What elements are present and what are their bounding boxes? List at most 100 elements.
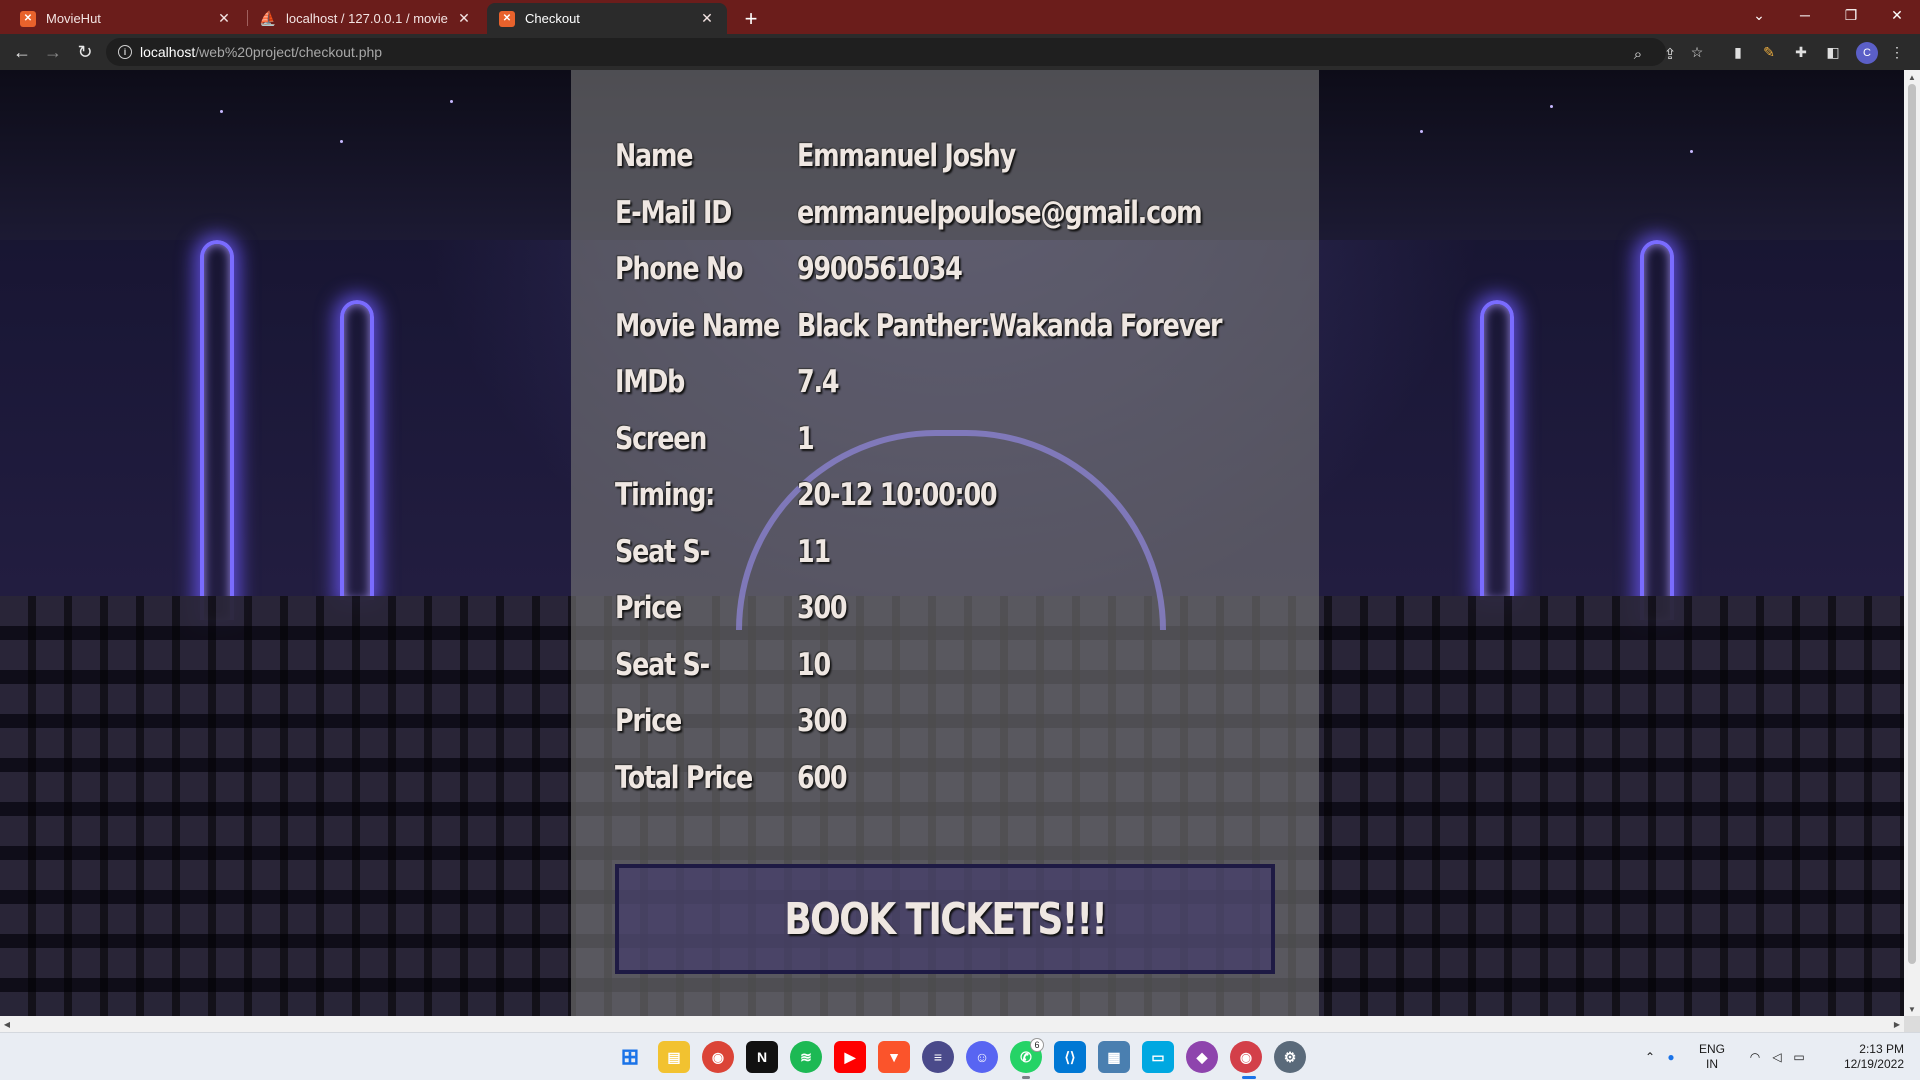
tray-chevron-icon[interactable]: ⌃ bbox=[1640, 1050, 1660, 1064]
scroll-up-arrow-icon[interactable]: ▲ bbox=[1904, 70, 1920, 84]
detail-row-screen: Screen 1 bbox=[615, 411, 1315, 468]
app-icon[interactable]: ◆ bbox=[1186, 1041, 1218, 1073]
tab-strip: ✕ MovieHut ✕ ⛵ localhost / 127.0.0.1 / m… bbox=[0, 0, 1920, 34]
detail-row-phone: Phone No 9900561034 bbox=[615, 241, 1315, 298]
detail-value: Emmanuel Joshy bbox=[797, 138, 1016, 175]
neon-pillar bbox=[200, 240, 234, 620]
wifi-icon[interactable]: ◠ bbox=[1744, 1050, 1766, 1064]
side-panel-icon[interactable]: ◧ bbox=[1822, 42, 1844, 62]
detail-value: 600 bbox=[797, 759, 848, 796]
detail-value: 10 bbox=[797, 646, 831, 683]
tab-label: MovieHut bbox=[46, 11, 101, 26]
ceiling-star bbox=[340, 140, 343, 143]
settings-icon[interactable]: ⚙ bbox=[1274, 1041, 1306, 1073]
book-tickets-button[interactable]: BOOK TICKETS!!! bbox=[615, 864, 1275, 974]
reload-button[interactable]: ↻ bbox=[71, 38, 99, 66]
ceiling-star bbox=[450, 100, 453, 103]
extension-icon[interactable]: ▮ bbox=[1727, 42, 1749, 62]
battery-icon[interactable]: ▭ bbox=[1788, 1050, 1810, 1064]
detail-value: 300 bbox=[797, 590, 848, 627]
tab-label: Checkout bbox=[525, 11, 580, 26]
profile-avatar[interactable]: C bbox=[1856, 42, 1878, 64]
detail-label: Screen bbox=[615, 420, 707, 457]
brave-icon[interactable]: ▼ bbox=[878, 1041, 910, 1073]
spotify-icon[interactable]: ≋ bbox=[790, 1041, 822, 1073]
running-indicator bbox=[1022, 1076, 1030, 1079]
ceiling-star bbox=[1690, 150, 1693, 153]
tab-label: localhost / 127.0.0.1 / moviehut / bbox=[286, 11, 448, 26]
detail-row-seat: Seat S- 10 bbox=[615, 637, 1315, 694]
detail-value: 20-12 10:00:00 bbox=[797, 477, 998, 514]
ceiling-star bbox=[1420, 130, 1423, 133]
detail-label: Seat S- bbox=[615, 533, 710, 570]
active-indicator bbox=[1242, 1076, 1256, 1079]
detail-value: emmanuelpoulose@gmail.com bbox=[797, 194, 1203, 231]
share-icon[interactable]: ⇪ bbox=[1658, 42, 1682, 66]
close-icon[interactable]: ✕ bbox=[699, 10, 715, 27]
detail-label: Movie Name bbox=[615, 307, 780, 344]
tab-search-icon[interactable]: ⌄ bbox=[1736, 0, 1782, 30]
horizontal-scrollbar[interactable]: ◀ ▶ bbox=[0, 1016, 1904, 1032]
discord-icon[interactable]: ☺ bbox=[966, 1041, 998, 1073]
tray-app-icon[interactable]: ● bbox=[1660, 1050, 1682, 1064]
page-viewport: Name Emmanuel Joshy E-Mail ID emmanuelpo… bbox=[0, 70, 1904, 1016]
clock[interactable]: 2:13 PM 12/19/2022 bbox=[1824, 1042, 1904, 1072]
tab-phpmyadmin[interactable]: ⛵ localhost / 127.0.0.1 / moviehut / ✕ bbox=[248, 3, 484, 34]
scroll-down-arrow-icon[interactable]: ▼ bbox=[1904, 1002, 1920, 1016]
detail-row-imdb: IMDb 7.4 bbox=[615, 354, 1315, 411]
vscode-icon[interactable]: ⟨⟩ bbox=[1054, 1041, 1086, 1073]
file-explorer-icon[interactable]: ▤ bbox=[658, 1041, 690, 1073]
new-tab-button[interactable]: + bbox=[737, 5, 765, 33]
close-icon[interactable]: ✕ bbox=[216, 10, 232, 27]
back-button[interactable]: ← bbox=[8, 38, 36, 66]
tab-moviehut[interactable]: ✕ MovieHut ✕ bbox=[8, 3, 244, 34]
language-indicator[interactable]: ENG IN bbox=[1688, 1042, 1736, 1072]
extensions-puzzle-icon[interactable]: ✚ bbox=[1790, 42, 1812, 62]
windows-start-icon[interactable]: ⊞ bbox=[614, 1041, 646, 1073]
booking-details: Name Emmanuel Joshy E-Mail ID emmanuelpo… bbox=[615, 128, 1315, 806]
detail-row-movie: Movie Name Black Panther:Wakanda Forever bbox=[615, 298, 1315, 355]
vertical-scrollbar[interactable]: ▲ ▼ bbox=[1904, 70, 1920, 1016]
detail-row-total: Total Price 600 bbox=[615, 750, 1315, 807]
detail-row-name: Name Emmanuel Joshy bbox=[615, 128, 1315, 185]
scroll-right-arrow-icon[interactable]: ▶ bbox=[1890, 1016, 1904, 1032]
window-close-button[interactable]: ✕ bbox=[1874, 0, 1920, 30]
restore-button[interactable]: ❐ bbox=[1828, 0, 1874, 30]
whatsapp-badge: 6 bbox=[1030, 1038, 1044, 1052]
detail-row-price: Price 300 bbox=[615, 580, 1315, 637]
detail-row-price: Price 300 bbox=[615, 693, 1315, 750]
close-icon[interactable]: ✕ bbox=[456, 10, 472, 27]
detail-value: 300 bbox=[797, 703, 848, 740]
notion-icon[interactable]: N bbox=[746, 1041, 778, 1073]
chrome-profile-icon[interactable]: ◉ bbox=[1230, 1041, 1262, 1073]
address-bar[interactable]: i localhost/web%20project/checkout.php ⌕… bbox=[106, 38, 1676, 66]
pen-extension-icon[interactable]: ✎ bbox=[1758, 42, 1780, 62]
zoom-icon[interactable]: ⌕ bbox=[1626, 42, 1650, 66]
detail-value: 11 bbox=[797, 533, 831, 570]
minimize-button[interactable]: ─ bbox=[1782, 0, 1828, 30]
notification-icon[interactable]: ▢ bbox=[1914, 1050, 1920, 1064]
youtube-icon[interactable]: ▶ bbox=[834, 1041, 866, 1073]
url-path: /web%20project/checkout.php bbox=[195, 44, 383, 60]
app-icon[interactable]: ▦ bbox=[1098, 1041, 1130, 1073]
lang-bottom: IN bbox=[1706, 1057, 1718, 1071]
prime-video-icon[interactable]: ▭ bbox=[1142, 1041, 1174, 1073]
scroll-thumb[interactable] bbox=[1908, 84, 1916, 964]
menu-kebab-icon[interactable]: ⋮ bbox=[1886, 42, 1908, 62]
browser-toolbar: ← → ↻ i localhost/web%20project/checkout… bbox=[0, 34, 1920, 70]
system-tray: ⌃ ● ENG IN ◠ ◁ ▭ 2:13 PM 12/19/2022 ▢ bbox=[1640, 1033, 1920, 1080]
detail-row-timing: Timing: 20-12 10:00:00 bbox=[615, 467, 1315, 524]
detail-label: Seat S- bbox=[615, 646, 710, 683]
site-info-icon[interactable]: i bbox=[118, 45, 132, 59]
detail-label: Phone No bbox=[615, 251, 744, 288]
scroll-left-arrow-icon[interactable]: ◀ bbox=[0, 1016, 14, 1032]
xampp-icon: ✕ bbox=[20, 10, 36, 27]
tab-checkout[interactable]: ✕ Checkout ✕ bbox=[487, 3, 727, 34]
windows-taskbar: ⊞ ▤ ◉ N ≋ ▶ ▼ ≡ ☺ ✆ 6 ⟨⟩ ▦ ▭ ◆ ◉ ⚙ ⌃ ● E… bbox=[0, 1032, 1920, 1080]
ceiling-star bbox=[220, 110, 223, 113]
chrome-icon[interactable]: ◉ bbox=[702, 1041, 734, 1073]
volume-icon[interactable]: ◁ bbox=[1766, 1050, 1788, 1064]
app-icon[interactable]: ≡ bbox=[922, 1041, 954, 1073]
forward-button[interactable]: → bbox=[39, 38, 67, 66]
bookmark-star-icon[interactable]: ☆ bbox=[1686, 42, 1708, 62]
